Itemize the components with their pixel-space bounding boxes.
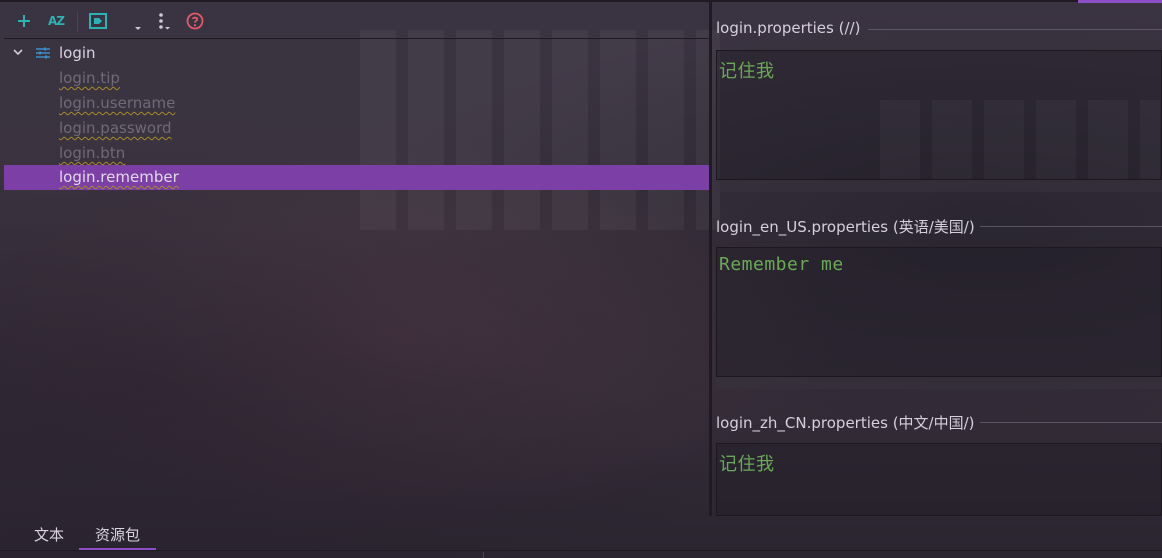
sort-az-icon: AZ: [48, 14, 65, 28]
sort-alphabetically-button[interactable]: AZ: [45, 10, 67, 32]
tag-button[interactable]: [87, 10, 109, 32]
value-editor-en-us[interactable]: Remember me: [716, 247, 1162, 377]
tree-item-label: login.username: [59, 94, 176, 112]
section-divider: [980, 226, 1162, 227]
bottom-border: [0, 550, 1162, 551]
help-button[interactable]: [184, 10, 206, 32]
tree-item-label: login.password: [59, 119, 172, 137]
add-button[interactable]: [13, 10, 35, 32]
tree-root-row[interactable]: login: [4, 41, 709, 66]
section-title-zh-cn: login_zh_CN.properties (中文/中国/): [716, 414, 975, 432]
tree-item-login-password[interactable]: login.password: [4, 116, 709, 141]
panel-splitter[interactable]: [709, 0, 712, 516]
value-text: 记住我: [719, 61, 775, 82]
section-title-en-us: login_en_US.properties (英语/美国/): [716, 218, 975, 236]
dropdown-button[interactable]: [127, 10, 149, 32]
value-text: 记住我: [719, 454, 775, 475]
tree-item-login-tip[interactable]: login.tip: [4, 66, 709, 91]
help-icon: [186, 12, 204, 30]
value-text: Remember me: [719, 254, 844, 275]
dropdown-icon: [135, 27, 141, 30]
add-icon: [18, 15, 30, 27]
tab-text[interactable]: 文本: [34, 524, 64, 545]
top-border: [0, 0, 1162, 2]
properties-bundle-icon: [36, 47, 50, 59]
resource-key-tree: login login.tip login.username login.pas…: [4, 39, 709, 511]
tree-item-label: login.remember: [59, 168, 179, 186]
section-title-default: login.properties (//): [716, 19, 861, 37]
tree-item-login-username[interactable]: login.username: [4, 91, 709, 116]
tree-item-label: login.btn: [59, 144, 126, 162]
tree-item-label: login.tip: [59, 69, 120, 87]
section-divider: [980, 422, 1162, 423]
tab-resource-bundle[interactable]: 资源包: [95, 524, 140, 545]
horizontal-scrollbar[interactable]: [716, 377, 1162, 389]
value-editor-default[interactable]: 记住我: [716, 50, 1162, 180]
tree-root-label: login: [59, 44, 96, 62]
tree-item-login-remember[interactable]: login.remember: [4, 165, 709, 190]
section-divider: [868, 29, 1162, 30]
value-editor-zh-cn[interactable]: 记住我: [716, 443, 1162, 516]
top-accent-bar: [1078, 0, 1162, 3]
resource-bundle-toolbar: AZ: [0, 4, 709, 38]
more-icon: [159, 13, 170, 30]
tag-icon: [89, 13, 107, 29]
status-separator: [483, 552, 484, 558]
editor-tab-bar: 文本 资源包: [0, 516, 1162, 558]
more-options-button[interactable]: [152, 10, 174, 32]
toolbar-separator: [77, 12, 78, 32]
chevron-down-icon[interactable]: [12, 46, 24, 58]
tree-item-login-btn[interactable]: login.btn: [4, 141, 709, 166]
horizontal-scrollbar[interactable]: [716, 180, 1162, 192]
